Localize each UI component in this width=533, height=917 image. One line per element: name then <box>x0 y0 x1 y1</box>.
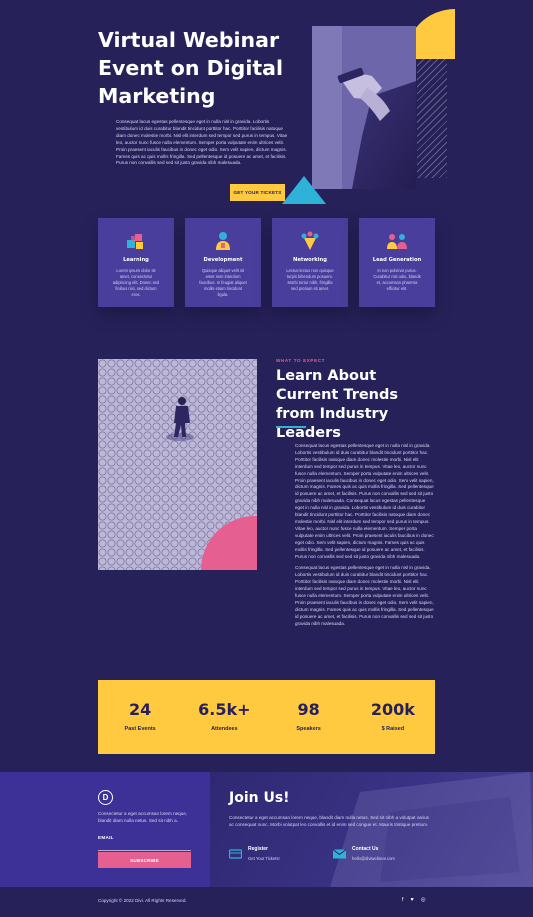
hero-image <box>312 26 416 189</box>
section-body: Consequat lacus egestas pellentesque ege… <box>295 443 435 628</box>
stats-bar: 24 Past Events 6.5k+ Attendees 98 Speake… <box>98 680 435 754</box>
decorative-hatch-pattern <box>417 58 447 178</box>
feature-cards: Learning Lorem ipsum dolor sit amet, con… <box>98 218 435 307</box>
facebook-icon[interactable]: f <box>402 897 404 903</box>
copyright-text: Copyright © 2022 Divi. All Rights Reserv… <box>98 898 187 903</box>
divi-logo: D <box>98 790 113 805</box>
feature-card-networking: Networking Lectus lectus non quisque tur… <box>272 218 348 307</box>
hero-title: Virtual Webinar Event on Digital Marketi… <box>98 28 284 108</box>
instagram-icon[interactable]: ◎ <box>421 897 426 903</box>
feature-card-learning: Learning Lorem ipsum dolor sit amet, con… <box>98 218 174 307</box>
register-subtitle: Get Your Tickets! <box>248 856 280 861</box>
email-label: EMAIL <box>98 835 114 840</box>
stat-attendees: 6.5k+ Attendees <box>182 680 266 754</box>
mail-icon <box>332 846 347 859</box>
feature-title: Development <box>203 257 243 263</box>
stat-label: Attendees <box>211 726 238 732</box>
feature-text: In non pulvinar purus. Curabitur nisi od… <box>373 268 421 291</box>
email-field[interactable] <box>98 842 191 851</box>
feature-text: Quisque aliquet velit sit amet sem inter… <box>199 268 247 297</box>
feature-title: Lead Generation <box>372 257 422 263</box>
footer-description: Consectetur a eget accumsan lorem neque,… <box>98 811 188 823</box>
blocks-icon <box>125 230 147 252</box>
register-link[interactable]: Register Get Your Tickets! <box>228 846 280 861</box>
stat-value: 200k <box>370 700 415 719</box>
section-eyebrow: WHAT TO EXPECT <box>276 358 326 363</box>
network-icon <box>299 230 321 252</box>
feature-title: Networking <box>293 257 327 263</box>
social-links: f ♥ ◎ <box>402 897 426 903</box>
join-description: Consectetur a eget accumsan lorem neque,… <box>229 815 429 827</box>
stat-speakers: 98 Speakers <box>267 680 351 754</box>
person-icon <box>212 230 234 252</box>
stat-label: Speakers <box>296 726 321 732</box>
stat-raised: 200k $ Raised <box>351 680 435 754</box>
title-underline <box>276 426 306 428</box>
section-paragraph: Consequat lacus egestas pellentesque ege… <box>295 443 434 559</box>
join-title: Join Us! <box>229 790 290 806</box>
stat-label: Past Events <box>124 726 156 732</box>
section-paragraph: Consequat lacus egestas pellentesque ege… <box>295 565 434 626</box>
stat-past-events: 24 Past Events <box>98 680 182 754</box>
feature-text: Lectus lectus non quisque turpis bibendu… <box>286 268 334 291</box>
feature-title: Learning <box>123 257 149 263</box>
subscribe-button[interactable]: SUBSCRIBE <box>98 852 191 868</box>
ticket-icon <box>228 846 243 859</box>
feature-card-lead-generation: Lead Generation In non pulvinar purus. C… <box>359 218 435 307</box>
bottom-bar <box>0 887 533 917</box>
get-tickets-button[interactable]: GET YOUR TICKETS <box>230 184 285 201</box>
section-title: Learn About Current Trends from Industry… <box>276 368 399 441</box>
decorative-cyan-triangle <box>282 176 326 204</box>
register-title: Register <box>248 846 269 852</box>
twitter-icon[interactable]: ♥ <box>411 897 414 903</box>
feature-text: Lorem ipsum dolor sit amet, consectetur … <box>112 268 160 297</box>
contact-title: Contact Us <box>352 846 379 852</box>
contact-email: hello@diviwebinar.com <box>352 856 395 861</box>
feature-card-development: Development Quisque aliquet velit sit am… <box>185 218 261 307</box>
contact-link[interactable]: Contact Us hello@diviwebinar.com <box>332 846 395 861</box>
team-icon <box>386 230 408 252</box>
hero-description: Consequat lacus egestas pellentesque ege… <box>116 119 288 166</box>
stat-value: 98 <box>297 700 320 719</box>
stat-value: 6.5k+ <box>198 700 251 719</box>
stat-label: $ Raised <box>381 726 405 732</box>
stat-value: 24 <box>128 700 152 719</box>
